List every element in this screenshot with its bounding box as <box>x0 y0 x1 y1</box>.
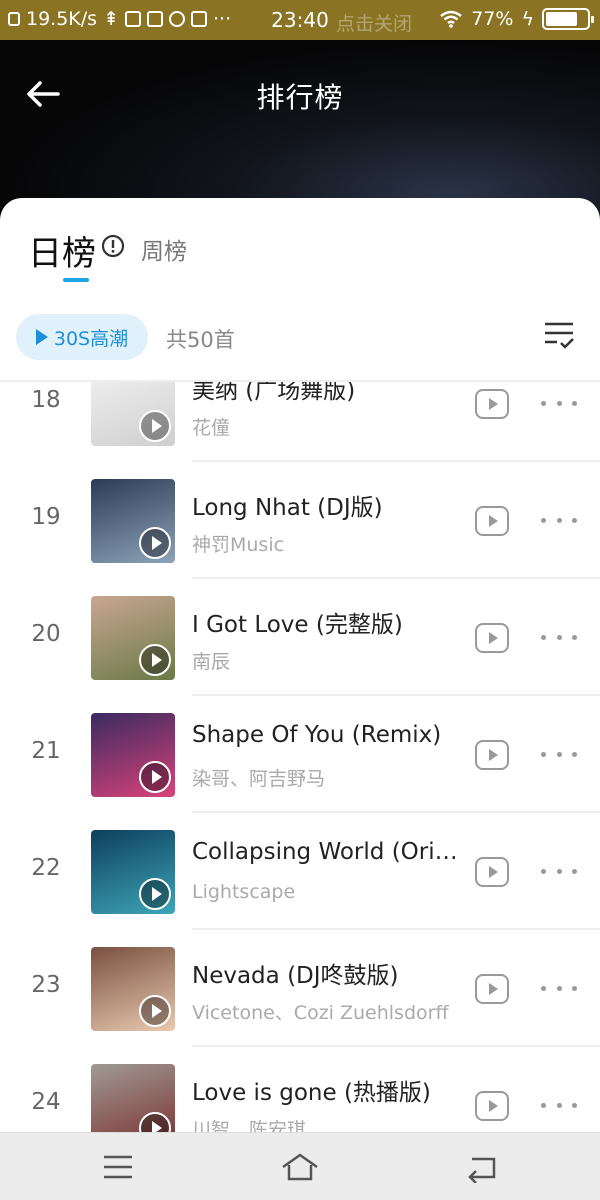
tab-indicator <box>63 278 89 282</box>
cover-play-icon[interactable] <box>139 527 171 559</box>
cover-play-icon[interactable] <box>139 995 171 1027</box>
page-title: 排行榜 <box>256 81 344 114</box>
usb-icon: ⇞ <box>103 8 119 30</box>
song-artist: 染哥、阿吉野马 <box>192 768 326 790</box>
return-icon[interactable] <box>462 1151 502 1183</box>
network-speed: 19.5K/s <box>26 8 98 30</box>
song-row[interactable]: 22 Collapsing World (Original Mix) Light… <box>0 813 600 930</box>
album-cover[interactable] <box>91 596 175 680</box>
song-row[interactable]: 18 美纳 (广场舞版) 花僮 <box>0 382 600 462</box>
battery-percent: 77% <box>471 8 514 30</box>
song-artist: 神罚Music <box>192 534 285 556</box>
album-cover[interactable] <box>91 713 175 797</box>
notification-text: 点击关闭 <box>336 13 413 35</box>
cover-play-icon[interactable] <box>139 878 171 910</box>
play-highlight-label: 30S高潮 <box>53 327 129 350</box>
song-title: Long Nhat (DJ版) <box>192 495 383 521</box>
list-controls: 30S高潮 共50首 <box>0 310 600 366</box>
song-list: 18 美纳 (广场舞版) 花僮 19 Long Nhat (DJ版) 神罚Mus… <box>0 382 600 1132</box>
data-icon <box>8 12 20 26</box>
song-artist: 南辰 <box>192 651 231 673</box>
video-play-icon[interactable] <box>475 740 509 770</box>
menu-icon[interactable] <box>98 1151 138 1183</box>
song-title: Love is gone (热播版) <box>192 1080 431 1106</box>
tab-daily[interactable]: 日榜 <box>28 226 96 275</box>
app-icon <box>147 11 163 27</box>
rank-number: 19 <box>31 504 61 530</box>
clock: 23:40 <box>271 8 329 32</box>
tab-bar: 日榜 周榜 <box>0 198 600 298</box>
album-cover[interactable] <box>91 830 175 914</box>
song-artist: 花僮 <box>192 417 231 439</box>
more-icon[interactable] <box>541 986 577 991</box>
play-icon <box>35 329 48 345</box>
video-play-icon[interactable] <box>475 1091 509 1121</box>
video-play-icon[interactable] <box>475 974 509 1004</box>
album-cover[interactable] <box>91 1064 175 1132</box>
more-icon[interactable] <box>541 869 577 874</box>
list-check-icon[interactable] <box>542 318 576 352</box>
cover-play-icon[interactable] <box>139 410 171 442</box>
status-left: 19.5K/s ⇞ ··· <box>8 8 231 30</box>
song-row[interactable]: 21 Shape Of You (Remix) 染哥、阿吉野马 <box>0 696 600 813</box>
charging-icon: ϟ <box>521 8 534 30</box>
more-icon[interactable] <box>541 635 577 640</box>
song-artist: 川智、陈安琪 <box>192 1119 307 1132</box>
album-cover[interactable] <box>91 947 175 1031</box>
song-artist: Vicetone、Cozi Zuehlsdorff <box>192 1002 449 1024</box>
more-icon: ··· <box>213 8 232 30</box>
system-nav-bar <box>0 1132 600 1200</box>
app-icon <box>169 11 185 27</box>
rank-number: 18 <box>31 387 61 413</box>
status-right: 77% ϟ <box>439 8 594 30</box>
video-play-icon[interactable] <box>475 506 509 536</box>
video-play-icon[interactable] <box>475 623 509 653</box>
tab-weekly[interactable]: 周榜 <box>141 232 187 266</box>
song-title: Collapsing World (Original Mix) <box>192 839 464 865</box>
more-icon[interactable] <box>541 401 577 406</box>
song-row[interactable]: 23 Nevada (DJ咚鼓版) Vicetone、Cozi Zuehlsdo… <box>0 930 600 1047</box>
wifi-icon <box>440 10 462 28</box>
song-title: 美纳 (广场舞版) <box>192 382 356 404</box>
song-count: 共50首 <box>166 328 235 352</box>
song-row[interactable]: 20 I Got Love (完整版) 南辰 <box>0 579 600 696</box>
song-title: Nevada (DJ咚鼓版) <box>192 963 399 989</box>
more-icon[interactable] <box>541 1103 577 1108</box>
status-bar: 19.5K/s ⇞ ··· 23:40 点击关闭 77% ϟ <box>0 0 600 40</box>
song-row[interactable]: 24 Love is gone (热播版) 川智、陈安琪 <box>0 1047 600 1132</box>
more-icon[interactable] <box>541 518 577 523</box>
rank-number: 23 <box>31 972 61 998</box>
rank-number: 20 <box>31 621 61 647</box>
cover-play-icon[interactable] <box>139 761 171 793</box>
song-artist: Lightscape <box>192 881 296 903</box>
song-row[interactable]: 19 Long Nhat (DJ版) 神罚Music <box>0 462 600 579</box>
app-icon <box>191 11 207 27</box>
cover-play-icon[interactable] <box>139 644 171 676</box>
battery-icon <box>542 8 594 30</box>
app-icon <box>125 11 141 27</box>
rank-number: 22 <box>31 855 61 881</box>
header: 排行榜 <box>0 40 600 220</box>
album-cover[interactable] <box>91 479 175 563</box>
chart-sheet: 日榜 周榜 30S高潮 共50首 18 美纳 (广场舞版) 花僮 19 Long… <box>0 198 600 1132</box>
play-highlight-button[interactable]: 30S高潮 <box>16 314 148 360</box>
video-play-icon[interactable] <box>475 389 509 419</box>
song-title: I Got Love (完整版) <box>192 612 403 638</box>
rank-number: 21 <box>31 738 61 764</box>
home-icon[interactable] <box>280 1151 320 1183</box>
video-play-icon[interactable] <box>475 857 509 887</box>
rank-number: 24 <box>31 1089 61 1115</box>
info-icon[interactable] <box>101 234 125 258</box>
song-title: Shape Of You (Remix) <box>192 722 442 748</box>
more-icon[interactable] <box>541 752 577 757</box>
album-cover[interactable] <box>91 382 175 446</box>
